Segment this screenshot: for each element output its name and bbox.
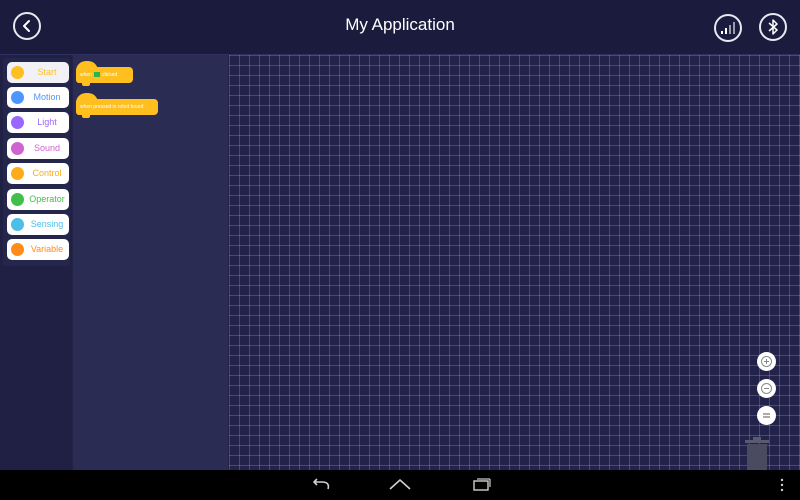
bluetooth-button[interactable] <box>759 13 787 41</box>
category-label: Start <box>37 67 57 77</box>
page-title: My Application <box>345 15 455 34</box>
category-sound[interactable]: Sound <box>7 138 69 159</box>
block-text: when pressed in robot board <box>80 104 144 110</box>
block-hat <box>76 61 98 71</box>
nav-home-icon[interactable] <box>387 475 413 495</box>
category-sidebar: Start Motion Light Sound Control Operato… <box>0 55 72 470</box>
category-dot <box>11 66 24 79</box>
code-workspace[interactable] <box>229 55 800 470</box>
category-list: Start Motion Light Sound Control Operato… <box>3 58 70 266</box>
trash-can-icon[interactable] <box>743 436 771 470</box>
category-label: Control <box>32 168 62 178</box>
category-dot <box>11 91 24 104</box>
app-header: My Application <box>0 0 800 55</box>
when-flag-clicked-block[interactable]: when clicked <box>76 61 133 86</box>
bluetooth-icon <box>768 19 778 35</box>
category-sensing[interactable]: Sensing <box>7 214 69 235</box>
nav-overflow-menu-icon[interactable] <box>778 475 786 495</box>
green-flag-icon <box>93 72 100 78</box>
block-hat <box>76 93 98 103</box>
zoom-out-icon <box>761 383 772 394</box>
zoom-out-button[interactable] <box>757 379 776 398</box>
signal-button[interactable] <box>714 14 742 42</box>
block-notch <box>82 115 90 118</box>
category-dot <box>11 218 24 231</box>
category-operator[interactable]: Operator <box>7 189 69 210</box>
zoom-in-icon <box>761 356 772 367</box>
zoom-in-button[interactable] <box>757 352 776 371</box>
category-label: Variable <box>30 244 64 254</box>
block-text: when clicked <box>80 72 118 78</box>
category-label: Light <box>37 117 57 127</box>
category-dot <box>11 243 24 256</box>
category-dot <box>11 193 24 206</box>
category-light[interactable]: Light <box>7 112 69 133</box>
category-label: Motion <box>33 92 61 102</box>
signal-bars-icon <box>721 22 735 34</box>
android-nav-bar <box>0 470 800 500</box>
category-label: Sensing <box>30 219 64 229</box>
category-dot <box>11 116 24 129</box>
zoom-reset-button[interactable] <box>757 406 776 425</box>
nav-back-icon[interactable] <box>308 475 334 495</box>
category-start[interactable]: Start <box>7 62 69 83</box>
category-label: Sound <box>33 143 61 153</box>
nav-recent-apps-icon[interactable] <box>468 475 494 495</box>
zoom-reset-icon <box>763 413 770 418</box>
category-control[interactable]: Control <box>7 163 69 184</box>
block-flyout: when clicked when pressed in robot board <box>73 55 228 470</box>
category-label: Operator <box>29 194 65 204</box>
category-dot <box>11 142 24 155</box>
category-motion[interactable]: Motion <box>7 87 69 108</box>
when-pressed-robot-board-block[interactable]: when pressed in robot board <box>76 93 158 118</box>
category-dot <box>11 167 24 180</box>
category-variable[interactable]: Variable <box>7 239 69 260</box>
block-notch <box>82 83 90 86</box>
